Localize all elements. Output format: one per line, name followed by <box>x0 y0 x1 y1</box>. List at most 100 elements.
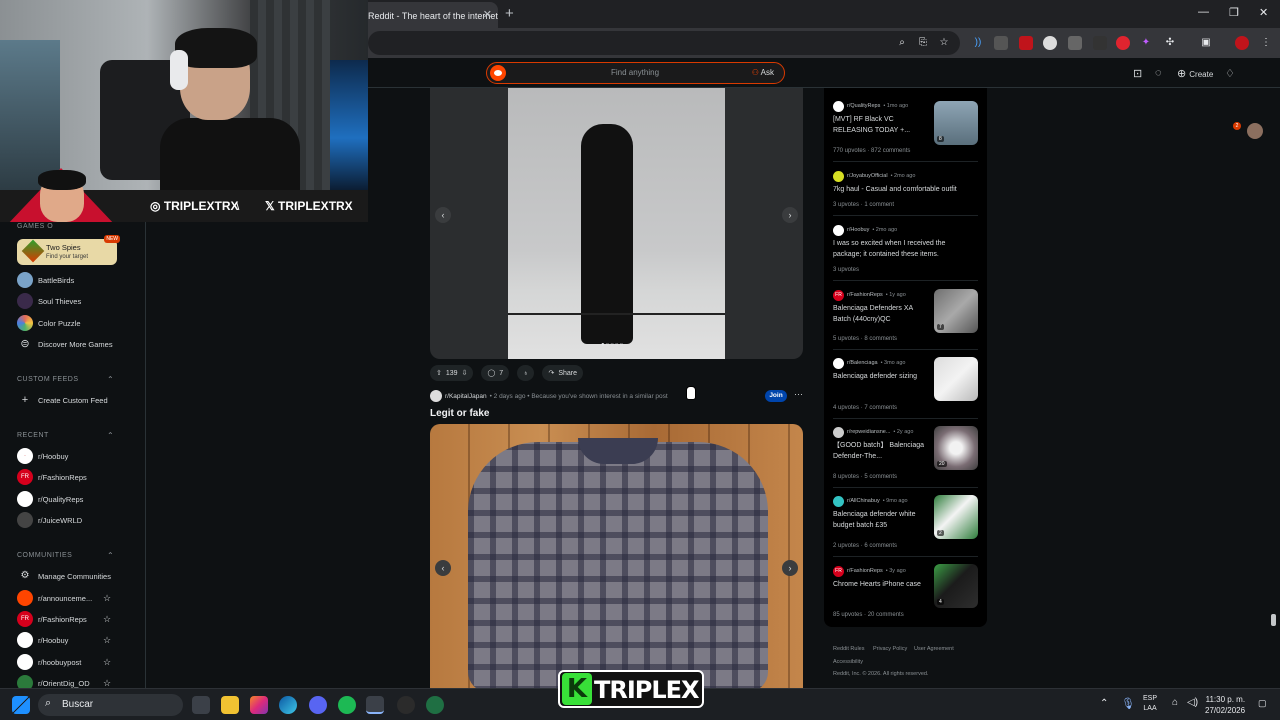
search-input[interactable]: Find anything <box>611 68 659 77</box>
recent-post-title[interactable]: [MVT] RF Black VC RELEASING TODAY +... <box>833 115 928 136</box>
spotify-icon[interactable] <box>338 696 356 714</box>
recent-post-subreddit[interactable]: r/FashionReps <box>847 292 883 298</box>
sidebar-recent-qualityreps[interactable]: r/QualityReps <box>17 490 83 508</box>
carousel-prev-button[interactable]: ‹ <box>435 207 451 223</box>
recent-post-title[interactable]: 【GOOD batch】 Balenciaga Defender-The... <box>833 441 928 462</box>
browser-menu-icon[interactable]: ⋮ <box>1259 36 1273 50</box>
comments-button[interactable]: ◯ 7 <box>481 365 510 381</box>
recent-post-thumbnail[interactable]: 7 <box>934 289 978 333</box>
clock[interactable]: 11:30 p. m. 27/02/2026 <box>1205 694 1245 716</box>
recent-post-item[interactable]: r/JoyabuyOfficial • 2mo ago 7kg haul - Ca… <box>833 170 978 196</box>
tab-close-icon[interactable]: ✕ <box>483 8 492 21</box>
sidebar-game-color-puzzle[interactable]: Color Puzzle <box>17 314 81 332</box>
extension-icon[interactable]: )) <box>971 36 985 50</box>
taskbar-search[interactable]: ⌕ Buscar <box>38 694 183 716</box>
recent-post-thumbnail[interactable]: 20 <box>934 426 978 470</box>
sidebar-panel-icon[interactable]: ▣ <box>1199 36 1213 50</box>
app-icon[interactable] <box>426 696 444 714</box>
share-button[interactable]: ↷ Share <box>542 365 583 381</box>
privacy-policy-link[interactable]: Privacy Policy <box>873 646 907 652</box>
manage-communities-button[interactable]: ⚙ Manage Communities <box>17 567 111 585</box>
favorite-star-icon[interactable]: ☆ <box>103 678 111 689</box>
favorite-star-icon[interactable]: ☆ <box>103 593 111 604</box>
page-scrollbar-thumb[interactable] <box>1271 614 1276 626</box>
reddit-rules-link[interactable]: Reddit Rules <box>833 646 865 652</box>
minimize-button[interactable]: — <box>1198 6 1209 18</box>
microphone-icon[interactable]: 🎙 <box>1121 697 1135 710</box>
address-bar[interactable] <box>368 31 960 55</box>
carousel-next-button[interactable]: › <box>782 207 798 223</box>
sidebar-recent-hoobuy[interactable]: · r/Hoobuy <box>17 447 68 465</box>
recent-post-title[interactable]: I was so excited when I received the pac… <box>833 239 973 260</box>
upvote-icon[interactable]: ⇧ <box>436 369 442 377</box>
accessibility-link[interactable]: Accessibility <box>833 659 863 665</box>
new-tab-button[interactable]: + <box>505 5 514 22</box>
sidebar-community-hoobuy[interactable]: r/Hoobuy ☆ <box>17 631 111 649</box>
recent-post-thumbnail[interactable]: 8 <box>934 101 978 145</box>
search-bar[interactable]: Find anything ⚇ Ask <box>486 62 785 84</box>
extension-icon[interactable] <box>1043 36 1057 50</box>
profile-avatar[interactable] <box>1235 36 1249 50</box>
chat-icon[interactable]: ◌ <box>1155 67 1162 79</box>
sidebar-discover-games[interactable]: ⊜ Discover More Games <box>17 335 112 353</box>
reddit-logo-icon[interactable] <box>490 65 506 81</box>
chevron-up-icon[interactable]: ⌃ <box>107 551 114 560</box>
chrome-icon[interactable] <box>366 696 384 714</box>
notification-center-icon[interactable]: ▢ <box>1258 698 1267 709</box>
notifications-bell-icon[interactable]: ♢ <box>1225 67 1235 80</box>
subreddit-link[interactable]: r/KapitalJapan <box>445 393 487 400</box>
create-button[interactable]: ⊕ Create <box>1177 67 1213 80</box>
network-icon[interactable]: ⌂ <box>1172 697 1178 708</box>
sidebar-game-soul-thieves[interactable]: Soul Thieves <box>17 292 81 310</box>
recent-post-subreddit[interactable]: r/QualityReps <box>847 103 880 109</box>
subreddit-avatar[interactable] <box>430 390 442 402</box>
tray-chevron-icon[interactable]: ⌃ <box>1100 698 1108 709</box>
recent-post-thumbnail[interactable]: 2 <box>934 495 978 539</box>
windows-start-icon[interactable] <box>12 696 30 714</box>
post-gallery[interactable] <box>430 88 803 359</box>
recent-post-title[interactable]: 7kg haul - Casual and comfortable outfit <box>833 185 973 196</box>
favorite-star-icon[interactable]: ☆ <box>103 635 111 646</box>
language-indicator[interactable]: ESP LAA <box>1143 694 1157 714</box>
favorite-star-icon[interactable]: ☆ <box>103 614 111 625</box>
carousel-next-button[interactable]: › <box>782 560 798 576</box>
bookmark-star-icon[interactable]: ☆ <box>937 36 951 50</box>
recent-post-subreddit[interactable]: r/Balenciaga <box>847 360 878 366</box>
extensions-puzzle-icon[interactable]: ✣ <box>1163 36 1177 50</box>
recent-post-title[interactable]: Balenciaga defender white budget batch £… <box>833 510 928 531</box>
recent-post-thumbnail[interactable]: 4 <box>934 564 978 608</box>
restore-button[interactable]: ❐ <box>1229 6 1239 19</box>
recent-post-title[interactable]: Balenciaga Defenders XA Batch (440cny)QC <box>833 304 928 325</box>
chevron-up-icon[interactable]: ⌃ <box>107 375 114 384</box>
install-app-icon[interactable]: ⎘ <box>916 36 930 50</box>
instagram-app-icon[interactable] <box>250 696 268 714</box>
user-avatar[interactable] <box>1247 123 1263 139</box>
sidebar-recent-juicewrld[interactable]: r/JuiceWRLD <box>17 511 82 529</box>
extension-icon[interactable] <box>1068 36 1082 50</box>
recent-post-item[interactable]: r/Hoobuy • 2mo ago I was so excited when … <box>833 224 978 260</box>
volume-icon[interactable]: ◁) <box>1187 697 1198 708</box>
featured-game-card[interactable]: Two Spies Find your target NEW <box>17 235 120 265</box>
post-gallery[interactable] <box>430 424 803 688</box>
sidebar-recent-fashionreps[interactable]: FR r/FashionReps <box>17 468 87 486</box>
award-button[interactable]: ♁ <box>517 365 535 381</box>
carousel-prev-button[interactable]: ‹ <box>435 560 451 576</box>
extension-icon[interactable]: ✦ <box>1139 36 1153 50</box>
recent-post-subreddit[interactable]: r/AllChinabuy <box>847 498 880 504</box>
file-explorer-icon[interactable] <box>221 696 239 714</box>
recent-post-thumbnail[interactable] <box>934 357 978 401</box>
extension-icon[interactable] <box>1116 36 1130 50</box>
extension-icon[interactable] <box>1093 36 1107 50</box>
downvote-icon[interactable]: ⇩ <box>462 369 468 377</box>
post-title[interactable]: Legit or fake <box>430 408 489 419</box>
chevron-up-icon[interactable]: ⌃ <box>107 431 114 440</box>
recent-post-subreddit[interactable]: r/JoyabuyOfficial <box>847 173 888 179</box>
ads-icon[interactable]: ⊡ <box>1133 67 1142 80</box>
create-custom-feed-button[interactable]: + Create Custom Feed <box>17 391 108 409</box>
recent-post-subreddit[interactable]: r/FashionReps <box>847 568 883 574</box>
recent-post-title[interactable]: Balenciaga defender sizing <box>833 372 928 383</box>
discord-icon[interactable] <box>309 696 327 714</box>
extension-icon[interactable] <box>994 36 1008 50</box>
ask-button[interactable]: ⚇ Ask <box>748 66 778 79</box>
extension-icon[interactable] <box>1019 36 1033 50</box>
